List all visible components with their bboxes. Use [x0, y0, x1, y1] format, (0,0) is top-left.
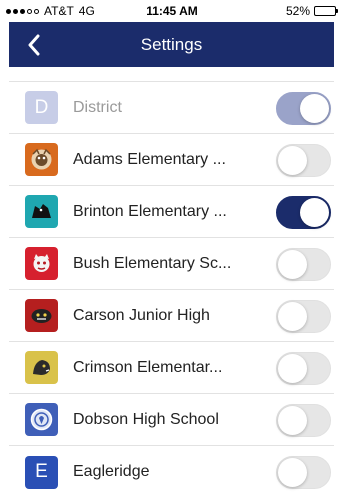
school-row-bush: Bush Elementary Sc... — [9, 238, 334, 290]
school-name: District — [73, 98, 122, 116]
school-row-eagleridge: E Eagleridge — [9, 446, 334, 495]
toggle-eagleridge[interactable] — [276, 456, 331, 489]
school-list: D District Adams Elementary ... Brinton Ele… — [9, 81, 334, 495]
school-name: Crimson Elementar... — [73, 358, 223, 376]
carson-logo-icon — [25, 299, 58, 332]
brinton-logo-icon — [25, 195, 58, 228]
toggle-knob — [278, 458, 307, 487]
school-name: Eagleridge — [73, 463, 150, 480]
signal-strength-icon — [6, 8, 39, 14]
toggle-dobson[interactable] — [276, 404, 331, 437]
adams-logo-icon — [25, 143, 58, 176]
school-row-brinton: Brinton Elementary ... — [9, 186, 334, 238]
dobson-logo-icon — [25, 403, 58, 436]
page-title: Settings — [140, 34, 203, 54]
carrier-name: AT&T — [44, 4, 74, 18]
toggle-carson[interactable] — [276, 300, 331, 333]
toggle-knob — [278, 406, 307, 435]
crimson-logo-icon — [25, 351, 58, 384]
toggle-brinton[interactable] — [276, 196, 331, 229]
eagleridge-logo-icon: E — [25, 455, 58, 489]
status-bar: AT&T 4G 11:45 AM 52% — [0, 0, 344, 22]
school-row-adams: Adams Elementary ... — [9, 134, 334, 186]
school-row-dobson: Dobson High School — [9, 394, 334, 446]
toggle-district — [276, 92, 331, 125]
toggle-crimson[interactable] — [276, 352, 331, 385]
district-logo-icon: D — [25, 91, 58, 124]
bush-logo-icon — [25, 247, 58, 280]
school-name: Bush Elementary Sc... — [73, 254, 232, 272]
toggle-knob — [300, 198, 329, 227]
toggle-knob — [278, 302, 307, 331]
school-row-crimson: Crimson Elementar... — [9, 342, 334, 394]
toggle-bush[interactable] — [276, 248, 331, 281]
list-spacer — [9, 67, 334, 81]
status-right: 52% — [285, 4, 338, 18]
logo-letter: D — [34, 96, 49, 118]
toggle-knob — [300, 94, 329, 123]
school-row-district: D District — [9, 82, 334, 134]
status-left: AT&T 4G — [6, 4, 95, 18]
chevron-left-icon — [28, 34, 40, 55]
school-name: Dobson High School — [73, 410, 219, 428]
school-name: Adams Elementary ... — [73, 150, 226, 168]
toggle-knob — [278, 250, 307, 279]
nav-bar: Settings — [9, 22, 334, 67]
toggle-knob — [278, 146, 307, 175]
school-name: Carson Junior High — [73, 306, 210, 324]
school-name: Brinton Elementary ... — [73, 202, 227, 220]
school-row-carson: Carson Junior High — [9, 290, 334, 342]
back-button[interactable] — [19, 22, 49, 67]
toggle-knob — [278, 354, 307, 383]
toggle-adams[interactable] — [276, 144, 331, 177]
logo-letter: E — [35, 461, 48, 482]
battery-icon — [314, 6, 338, 16]
network-type: 4G — [78, 4, 95, 18]
battery-percent: 52% — [285, 4, 310, 18]
